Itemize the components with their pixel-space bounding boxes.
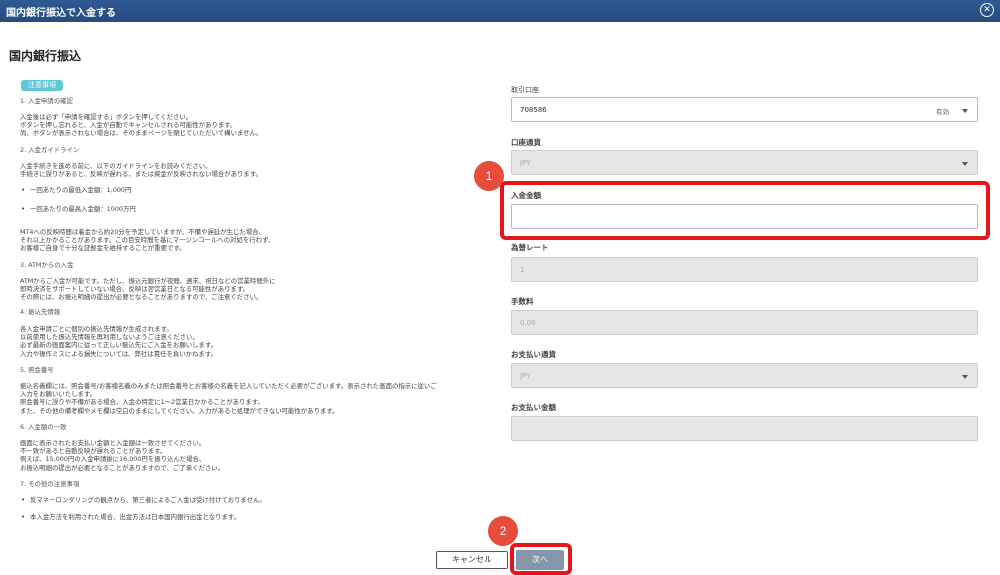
highlight-amount: [500, 181, 990, 240]
fee-value: 0.00: [520, 319, 536, 327]
pay-currency-select[interactable]: JPY: [511, 363, 978, 388]
notice-section-3: 3. ATMからの入金: [20, 261, 490, 269]
fee-label: 手数料: [511, 297, 534, 306]
next-button[interactable]: 次へ: [516, 550, 564, 570]
rate-field: 1: [511, 257, 978, 282]
step-1-marker: 1: [474, 161, 504, 191]
notice-section-2-body: 入金手続きを進める前に、以下のガイドラインをお読みください。 手続きに誤りがある…: [20, 162, 490, 178]
list-item: 一回あたりの最高入金額：1000万円: [20, 205, 490, 213]
pay-amount-field: [511, 416, 978, 441]
notice-section-2: 2. 入金ガイドライン: [20, 146, 490, 154]
notice-section-7: 7. その他の注意事項: [20, 480, 490, 488]
chevron-down-icon: [962, 109, 968, 113]
currency-select: JPY: [511, 150, 978, 175]
notice-text: その際には、お振込明細の提出が必要となることがありますので、ご注意ください。: [20, 293, 263, 302]
notice-bullet-withdraw: 本入金方法を利用された場合、出金方法は日本国内銀行出金となります。: [20, 513, 490, 521]
notice-badge: 注意事項: [21, 80, 63, 91]
notice-text: 画面に表示されたお支払い金額と入金額は一致させてください。: [20, 439, 206, 447]
notice-section-5: 5. 照会番号: [20, 366, 490, 374]
page-title: 国内銀行振込: [9, 49, 82, 63]
notice-section-4-body: 各入金申請ごとに個別の振込先情報が生成されます。 以前使用した振込先情報を再利用…: [20, 325, 490, 358]
currency-label: 口座通貨: [511, 138, 541, 147]
notice-text: 入力や操作ミスによる損失については、弊社は責任を負いかねます。: [20, 349, 217, 358]
chevron-down-icon: [962, 162, 968, 166]
notice-section-6-body: 画面に表示されたお支払い金額と入金額は一致させてください。 不一致があると自動反…: [20, 439, 490, 472]
list-item: 一回あたりの最低入金額：1,000円: [20, 186, 490, 194]
notice-heading: 4. 振込先情報: [20, 308, 61, 316]
notice-section-1-body: 入金後は必ず「申請を確認する」ボタンを押してください。 ボタンを押し忘れると、入…: [20, 113, 490, 138]
notice-heading: 5. 照会番号: [20, 366, 54, 374]
account-value: 708586: [520, 106, 547, 114]
notice-mt4: MT4への反映時間は着金から約20分を予定していますが、不備や遅延が生じた場合、…: [20, 228, 490, 253]
pay-currency-label: お支払い通貨: [511, 350, 556, 359]
notice-text: 尚、ボタンが表示されない場合は、そのままページを閉じていただいて構いません。: [20, 129, 263, 138]
rate-value: 1: [520, 266, 525, 274]
chevron-down-icon: [962, 375, 968, 379]
notice-text: 手続きに誤りがあると、反映が遅れる、または資金が反映されない場合があります。: [20, 170, 262, 179]
notice-text: 入金後は必ず「申請を確認する」ボタンを押してください。: [20, 113, 193, 121]
account-select[interactable]: 708586 有効: [511, 97, 978, 122]
notice-text: お振込明細の提出が必要となることがありますので、ご了承ください。: [20, 463, 225, 472]
notice-section-4: 4. 振込先情報: [20, 308, 490, 316]
notice-text: MT4への反映時間は着金から約20分を予定していますが、不備や遅延が生じた場合、: [20, 228, 265, 236]
notice-section-6: 6. 入金額の一致: [20, 423, 490, 431]
notice-text: 例えば、15,000円の入金申請後に16,000円を振り込んだ場合、: [20, 455, 206, 464]
notice-heading: 3. ATMからの入金: [20, 261, 74, 269]
list-item: 本入金方法を利用された場合、出金方法は日本国内銀行出金となります。: [20, 513, 490, 521]
notice-section-3-body: ATMからご入金が可能です。ただし、振込元銀行が夜間、週末、祝日などの営業時間外…: [20, 277, 490, 302]
pay-amount-label: お支払い金額: [511, 403, 556, 412]
notice-heading: 2. 入金ガイドライン: [20, 146, 80, 154]
pay-currency-value: JPY: [520, 372, 531, 380]
notice-text: 各入金申請ごとに個別の振込先情報が生成されます。: [20, 325, 173, 333]
step-2-marker: 2: [488, 516, 518, 546]
notice-text: また、その他の備考欄やメモ欄は空白のままにしてください。入力があると処理ができな…: [20, 406, 339, 415]
cancel-button[interactable]: キャンセル: [436, 551, 508, 569]
notice-text: お客様ご自身で十分な証拠金を維持することが重要です。: [20, 244, 186, 253]
notice-text: 入金手続きを進める前に、以下のガイドラインをお読みください。: [20, 162, 212, 170]
rate-label: 為替レート: [511, 243, 549, 252]
window-title: 国内銀行振込で入金する: [6, 8, 116, 19]
notice-text: ATMからご入金が可能です。ただし、振込元銀行が夜間、週末、祝日などの営業時間外…: [20, 277, 276, 285]
notice-text: 振込名義欄には、照会番号/お客様名義のみまたは照会番号とお客様の名義を記入してい…: [20, 382, 437, 390]
notice-bullet-aml: 反マネーロンダリングの観点から、第三者によるご入金は受け付けておりません。: [20, 496, 490, 504]
list-item: 反マネーロンダリングの観点から、第三者によるご入金は受け付けておりません。: [20, 496, 490, 504]
notice-heading: 6. 入金額の一致: [20, 423, 67, 431]
window-titlebar: 国内銀行振込で入金する ✕: [0, 0, 1000, 22]
notice-heading: 1. 入金申請の確認: [20, 97, 73, 105]
close-icon[interactable]: ✕: [980, 3, 994, 17]
notice-section-5-body: 振込名義欄には、照会番号/お客様名義のみまたは照会番号とお客様の名義を記入してい…: [20, 382, 490, 415]
account-status: 有効: [936, 108, 949, 116]
notice-bullet-max: 一回あたりの最高入金額：1000万円: [20, 205, 490, 213]
notice-section-1: 1. 入金申請の確認: [20, 97, 490, 105]
account-label: 取引口座: [511, 86, 539, 94]
notice-bullet-min: 一回あたりの最低入金額：1,000円: [20, 186, 490, 194]
notice-heading: 7. その他の注意事項: [20, 480, 80, 488]
fee-field: 0.00: [511, 310, 978, 335]
currency-value: JPY: [520, 159, 531, 167]
notice-text: 照会番号に誤りや不備がある場合、入金の特定に1～2営業日かかることがあります。: [20, 398, 264, 407]
notice-text: 必ず最新の画面案内に従って正しい振込先にご入金をお願いします。: [20, 341, 218, 350]
